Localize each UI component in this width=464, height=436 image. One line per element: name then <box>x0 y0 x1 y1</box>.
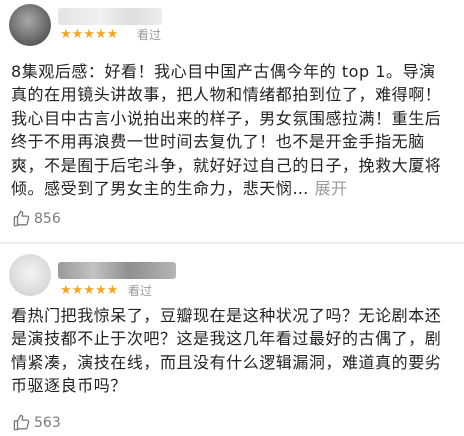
avatar[interactable] <box>9 4 51 46</box>
like-count: 563 <box>34 414 61 431</box>
thumb-up-icon <box>12 209 31 228</box>
watch-status: 看过 <box>128 284 153 298</box>
review-card: ★★★★★ 看过 看热门把我惊呆了，豆瓣现在是这种状况了吗？无论剧本还是演技都不… <box>0 244 464 436</box>
review-text: 8集观后感：好看！我心目中国产古偶今年的 top 1。导演真的在用镜头讲故事，把… <box>11 60 452 200</box>
review-body: 8集观后感：好看！我心目中国产古偶今年的 top 1。导演真的在用镜头讲故事，把… <box>11 62 442 199</box>
rating-stars: ★★★★★ <box>60 283 119 298</box>
review-card: ★★★★★ 看过 8集观后感：好看！我心目中国产古偶今年的 top 1。导演真的… <box>0 0 464 242</box>
expand-link[interactable]: 展开 <box>315 179 348 198</box>
like-button[interactable]: 563 <box>12 413 61 432</box>
watch-status: 看过 <box>137 28 162 42</box>
review-text: 看热门把我惊呆了，豆瓣现在是这种状况了吗？无论剧本还是演技都不止于次吧？这是我这… <box>11 304 452 398</box>
review-body: 看热门把我惊呆了，豆瓣现在是这种状况了吗？无论剧本还是演技都不止于次吧？这是我这… <box>11 306 442 396</box>
username-blurred[interactable] <box>58 262 176 279</box>
like-count: 856 <box>34 210 61 227</box>
avatar[interactable] <box>9 254 51 296</box>
rating-stars: ★★★★★ <box>60 27 119 42</box>
like-button[interactable]: 856 <box>12 209 61 228</box>
thumb-up-icon <box>12 413 31 432</box>
username-blurred[interactable] <box>58 8 162 25</box>
